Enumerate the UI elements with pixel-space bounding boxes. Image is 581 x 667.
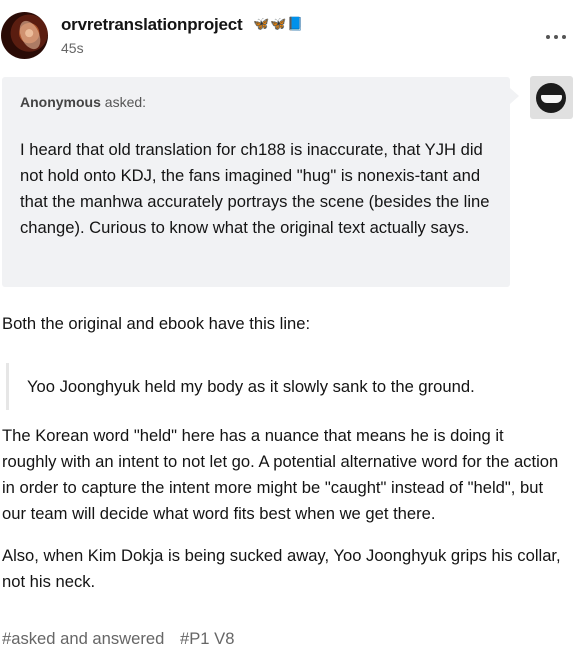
blog-name[interactable]: orvretranslationproject <box>61 15 243 35</box>
ask-box: Anonymous asked: I heard that old transl… <box>2 77 510 287</box>
ask-tail <box>510 88 519 104</box>
answer-paragraph-2: Also, when Kim Dokja is being sucked awa… <box>2 546 561 591</box>
timestamp[interactable]: 45s <box>61 40 84 56</box>
asker-line: Anonymous asked: <box>20 94 146 110</box>
post-header: orvretranslationproject 🦋🦋📘 45s <box>0 0 581 70</box>
anonymous-avatar-icon <box>530 76 573 119</box>
blog-avatar[interactable] <box>1 12 48 59</box>
answer-paragraph-1: The Korean word "held" here has a nuance… <box>2 426 559 523</box>
tag-p1-v8[interactable]: #P1 V8 <box>180 629 234 648</box>
question-text: I heard that old translation for ch188 i… <box>20 140 490 237</box>
quote-text: Yoo Joonghyuk held my body as it slowly … <box>27 377 475 396</box>
tag-list: #asked and answered #P1 V8 <box>2 629 245 649</box>
asked-label: asked: <box>100 94 147 110</box>
tag-asked-and-answered[interactable]: #asked and answered <box>2 629 164 648</box>
blockquote: Yoo Joonghyuk held my body as it slowly … <box>6 363 569 410</box>
answer-intro: Both the original and ebook have this li… <box>2 314 311 333</box>
blog-emoji: 🦋🦋📘 <box>253 16 305 31</box>
asker-name[interactable]: Anonymous <box>20 94 101 110</box>
more-options-icon[interactable] <box>544 26 568 46</box>
